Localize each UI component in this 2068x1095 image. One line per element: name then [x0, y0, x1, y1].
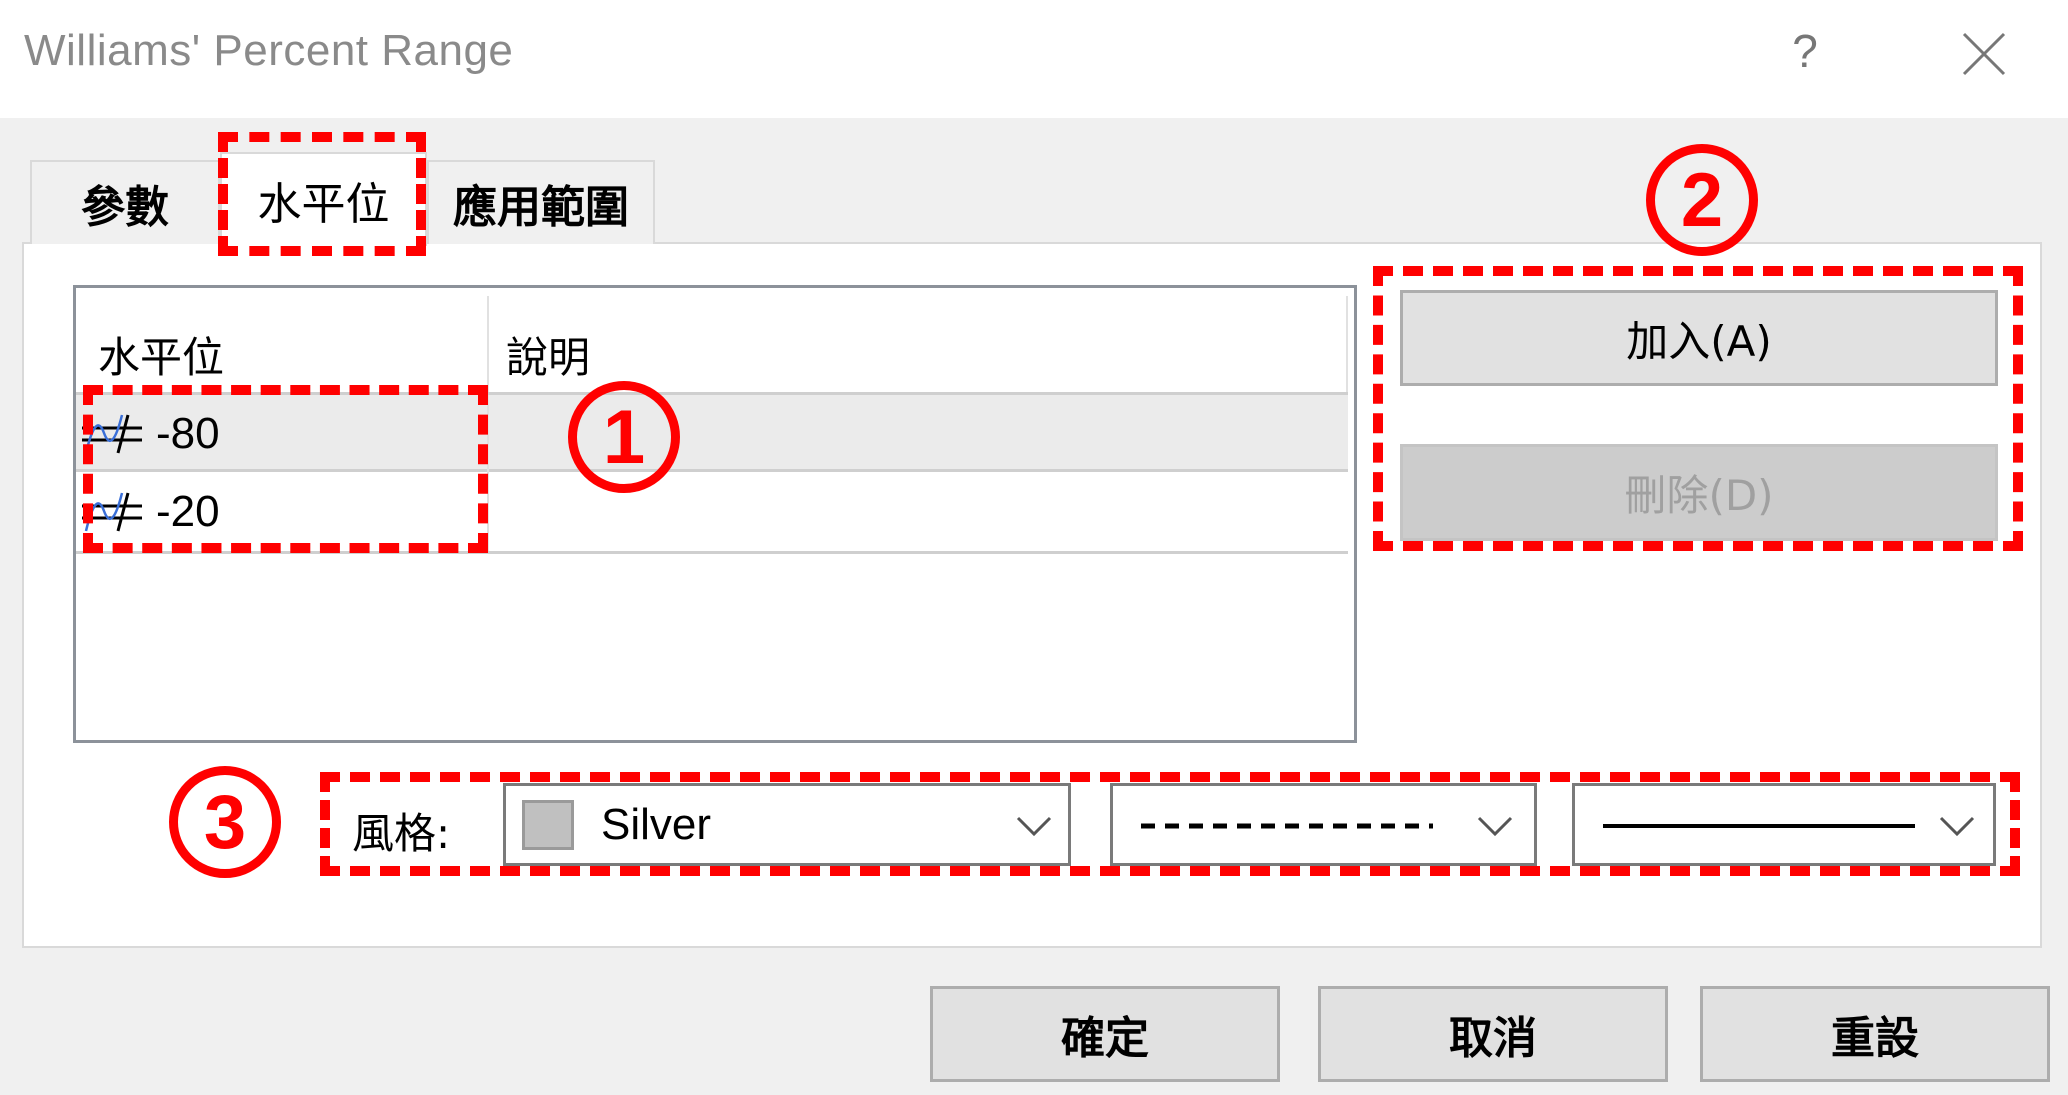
level-value: -80 [156, 408, 220, 458]
delete-level-button[interactable]: 刪除(D) [1400, 444, 1998, 541]
column-header-level[interactable]: 水平位 [98, 324, 224, 385]
line-style-dropdown[interactable] [1110, 783, 1537, 866]
level-cell: -20 [82, 472, 220, 551]
level-line-icon [82, 487, 146, 537]
solid-line-preview [1603, 824, 1915, 828]
add-level-button[interactable]: 加入(A) [1400, 290, 1998, 386]
chevron-down-icon [1477, 816, 1513, 837]
level-cell: -80 [82, 395, 220, 472]
levels-list[interactable]: 水平位 說明 -80 -20 [73, 285, 1357, 743]
column-divider[interactable] [487, 296, 489, 395]
color-swatch [522, 800, 574, 850]
table-row[interactable]: -20 [76, 472, 1348, 554]
chevron-down-icon [1016, 816, 1052, 837]
column-header-description[interactable]: 說明 [506, 324, 590, 385]
column-divider [1346, 296, 1348, 395]
tab-levels[interactable]: 水平位 [220, 152, 427, 246]
help-button[interactable]: ? [1780, 24, 1830, 84]
tab-parameters[interactable]: 參數 [30, 160, 220, 244]
reset-button[interactable]: 重設 [1700, 986, 2050, 1082]
cancel-button[interactable]: 取消 [1318, 986, 1668, 1082]
color-name: Silver [601, 800, 712, 849]
table-row[interactable]: -80 [76, 392, 1348, 472]
dashed-line-preview [1141, 823, 1433, 829]
close-button[interactable] [1960, 30, 2008, 78]
annotation-marker-1: 1 [568, 381, 680, 493]
column-divider [487, 395, 489, 472]
list-header: 水平位 說明 [76, 288, 1354, 395]
close-icon [1962, 32, 2006, 76]
annotation-marker-2: 2 [1646, 144, 1758, 256]
level-value: -20 [156, 486, 220, 536]
color-dropdown[interactable]: Silver [503, 783, 1071, 866]
column-divider [487, 472, 489, 551]
line-width-dropdown[interactable] [1572, 783, 1996, 866]
ok-button[interactable]: 確定 [930, 986, 1280, 1082]
window-title: Williams' Percent Range [24, 26, 514, 75]
style-label: 風格: [352, 809, 451, 858]
tab-visualization-scope[interactable]: 應用範圍 [427, 160, 655, 244]
level-line-icon [82, 409, 146, 459]
annotation-marker-3: 3 [169, 766, 281, 878]
chevron-down-icon [1939, 816, 1975, 837]
